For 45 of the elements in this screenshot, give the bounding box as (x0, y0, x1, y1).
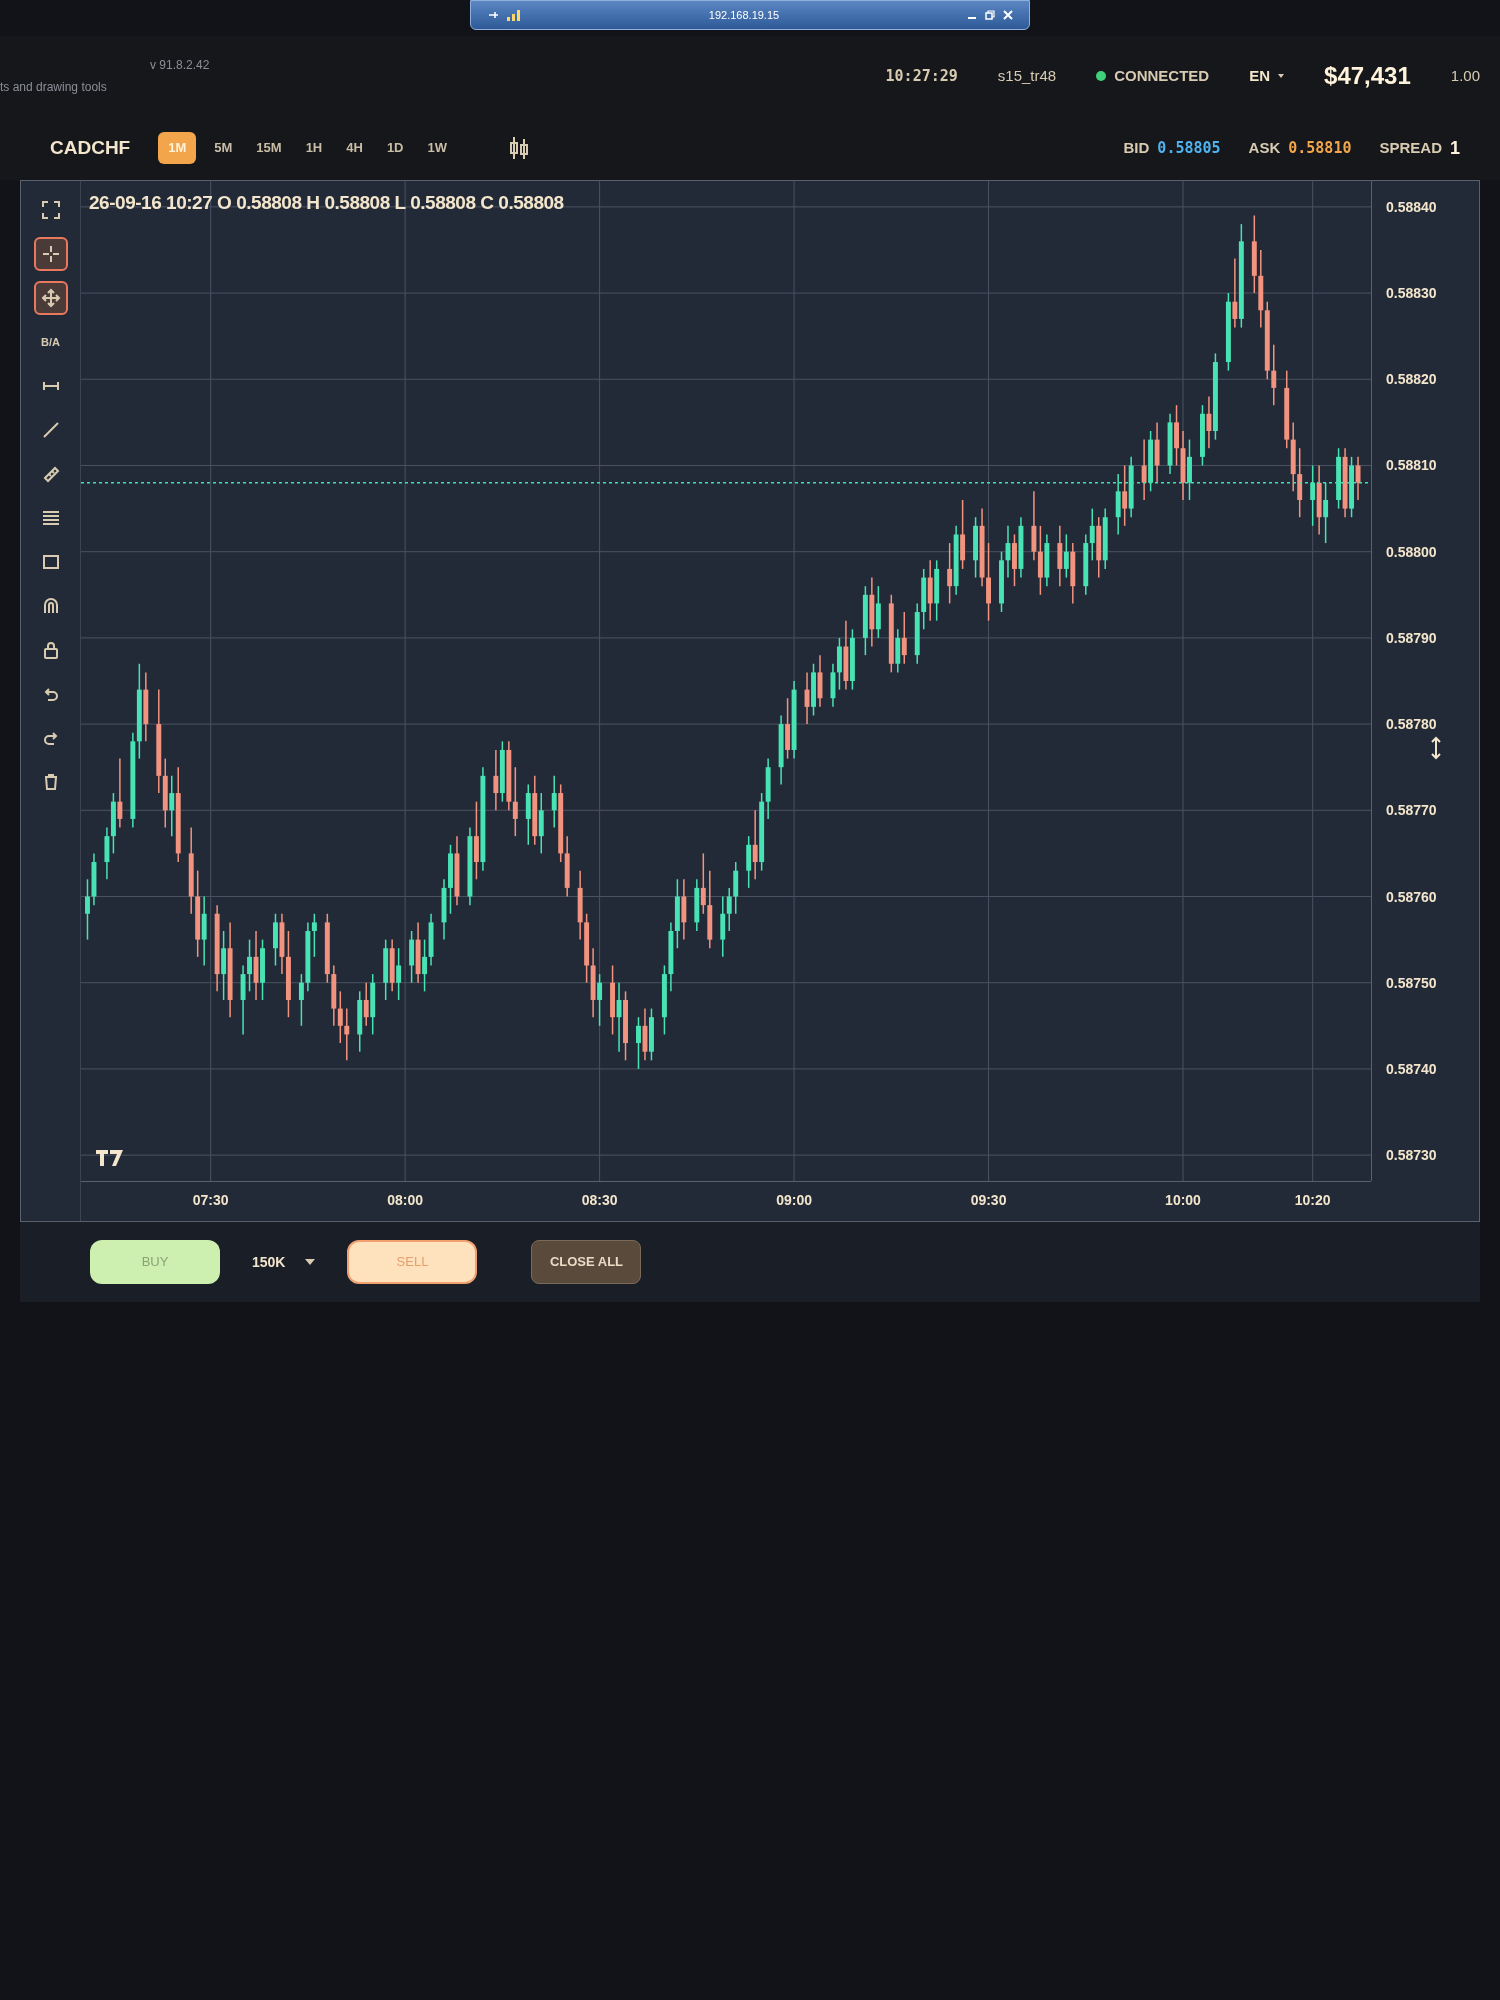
connection-status: CONNECTED (1114, 65, 1210, 86)
ohlc-readout: 26-09-16 10:27 O 0.58808 H 0.58808 L 0.58808 C 0.58808 (89, 191, 564, 215)
hint-text: ts and drawing tools (0, 79, 107, 96)
symbol-name: CADCHF (50, 135, 131, 160)
remote-address: 192.168.19.15 (708, 7, 780, 23)
language-selector[interactable]: EN (1249, 64, 1285, 88)
price-label: 0.58770 (1386, 800, 1437, 820)
price-label: 0.58780 (1386, 714, 1437, 734)
username: s15_tr48 (997, 65, 1057, 86)
spread-label: SPREAD (1379, 137, 1442, 158)
spread-value: 1 (1450, 136, 1460, 160)
timeframe-tab[interactable]: 4H (340, 132, 369, 164)
time-label: 08:00 (387, 1191, 423, 1210)
lot-size-dropdown[interactable]: 150K (244, 1251, 324, 1273)
price-label: 0.58790 (1386, 628, 1437, 648)
ask-label: ASK (1248, 137, 1281, 158)
account-balance: $47,431 (1324, 61, 1411, 91)
time-label: 10:20 (1294, 1191, 1331, 1210)
price-label: 0.58740 (1386, 1059, 1437, 1079)
price-label: 0.58800 (1386, 542, 1437, 562)
time-label: 08:30 (581, 1191, 618, 1210)
clock-time: 10:27:29 (885, 65, 958, 87)
timeframe-tab[interactable]: 5M (208, 132, 239, 164)
price-label: 0.58840 (1386, 197, 1437, 217)
time-label: 10:00 (1165, 1191, 1201, 1210)
bid-label: BID (1123, 137, 1150, 158)
price-label: 0.58810 (1386, 455, 1437, 475)
timeframe-tab[interactable]: 1W (421, 132, 453, 164)
close-all-button[interactable]: CLOSE ALL (531, 1240, 642, 1284)
price-label: 0.58760 (1386, 887, 1437, 906)
price-label: 0.58830 (1386, 283, 1437, 303)
price-label: 0.58750 (1386, 973, 1437, 993)
bid-ask-tool[interactable]: B/A (33, 325, 68, 359)
timeframe-tab[interactable]: 15M (250, 132, 288, 164)
ask-price: 0.58810 (1288, 137, 1352, 159)
time-label: 09:00 (776, 1191, 812, 1210)
price-label: 0.58730 (1386, 1145, 1437, 1165)
timeframe-tab[interactable]: 1D (380, 132, 410, 164)
price-label: 0.58820 (1386, 369, 1437, 389)
time-label: 09:30 (970, 1191, 1007, 1210)
bid-price: 0.58805 (1157, 137, 1221, 159)
version-label: v 91.8.2.42 (149, 57, 210, 74)
timeframe-tab[interactable]: 1H (299, 132, 329, 164)
leverage-value: 1.00 (1450, 65, 1480, 86)
time-label: 07:30 (192, 1191, 229, 1210)
